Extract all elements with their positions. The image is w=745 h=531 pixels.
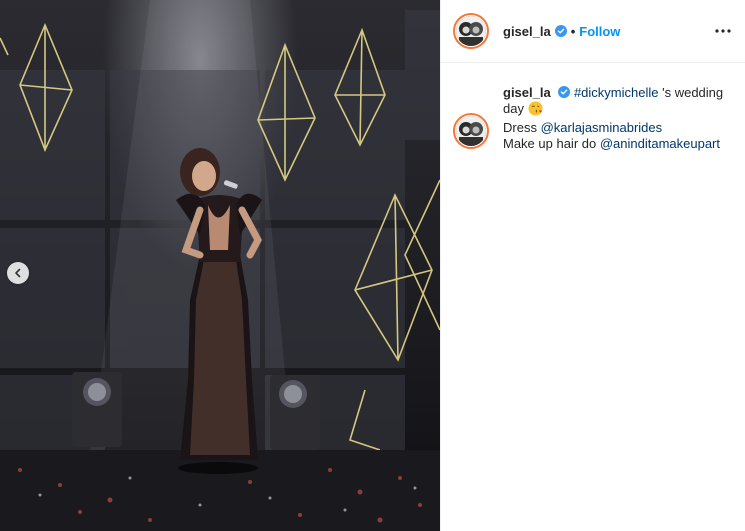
verified-badge-icon	[558, 86, 571, 98]
caption-avatar[interactable]	[453, 113, 489, 149]
previous-media-button[interactable]	[7, 262, 29, 284]
caption-text: gisel_la #dickymichelle 's wedding day D…	[503, 85, 731, 152]
caption-makeup-label: Make up hair do	[503, 136, 600, 151]
mention-link-makeup[interactable]: @aninditamakeupart	[600, 136, 720, 151]
caption-line-1: gisel_la #dickymichelle 's wedding day	[503, 85, 731, 120]
chevron-left-icon	[15, 268, 21, 278]
separator-dot: •	[570, 23, 576, 39]
stage-scene-image	[0, 0, 440, 531]
more-options-button[interactable]	[715, 29, 731, 33]
mention-link-dress[interactable]: @karlajasminabrides	[541, 120, 663, 135]
post-side-panel: gisel_la • Follow gisel_la #dickymichell…	[440, 0, 745, 531]
post-header: gisel_la • Follow	[441, 0, 745, 63]
post-image[interactable]	[0, 0, 440, 531]
avatar-image	[456, 16, 486, 46]
hashtag-link[interactable]: #dickymichelle	[574, 85, 659, 100]
caption-dress-label: Dress	[503, 120, 541, 135]
avatar-image	[456, 116, 486, 146]
face-blowing-kiss-icon	[528, 101, 543, 120]
more-options-icon	[715, 29, 731, 33]
follow-button[interactable]: Follow	[579, 24, 620, 39]
header-username[interactable]: gisel_la	[503, 24, 551, 39]
verified-badge-icon	[554, 25, 567, 37]
caption-line-3: Make up hair do @aninditamakeupart	[503, 136, 731, 152]
post-caption: gisel_la #dickymichelle 's wedding day D…	[441, 63, 745, 152]
caption-line-2: Dress @karlajasminabrides	[503, 120, 731, 136]
avatar[interactable]	[453, 13, 489, 49]
caption-username[interactable]: gisel_la	[503, 85, 551, 100]
